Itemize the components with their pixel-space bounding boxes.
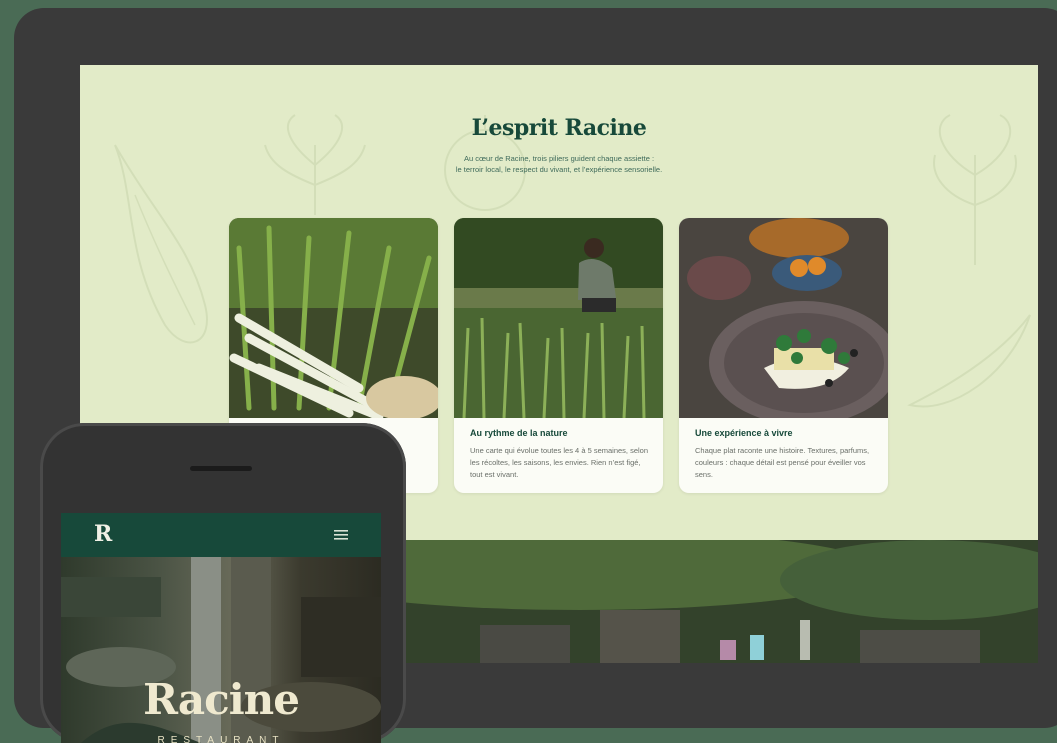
racine-logo[interactable]: R [94, 521, 112, 547]
card-experience[interactable]: Une expérience à vivre Chaque plat racon… [679, 218, 888, 493]
card-photo-dish [679, 218, 888, 418]
mobile-hero: Racine RESTAURANT [61, 557, 381, 743]
hamburger-menu-icon[interactable] [331, 528, 351, 542]
phone-screen: R Racine RESTAURANT [61, 513, 381, 743]
card-photo-spring-onions [229, 218, 438, 418]
phone-speaker [190, 466, 252, 471]
section-intro: Au cœur de Racine, trois piliers guident… [80, 153, 1038, 175]
card-description: Une carte qui évolue toutes les 4 à 5 se… [470, 446, 649, 479]
card-description: Chaque plat raconte une histoire. Textur… [695, 446, 870, 479]
phone-device: R Racine RESTAURANT [40, 423, 406, 743]
hero-subtitle: RESTAURANT [157, 735, 285, 743]
card-nature[interactable]: Au rythme de la nature Une carte qui évo… [454, 218, 663, 493]
card-title: Une expérience à vivre [695, 428, 793, 438]
card-photo-gardener [454, 218, 663, 418]
hero-title: Racine [143, 675, 300, 724]
peapod-illustration [907, 314, 1031, 408]
intro-line-2: le terroir local, le respect du vivant, … [455, 165, 663, 174]
section-title: L’esprit Racine [471, 115, 647, 141]
mobile-navbar: R [61, 513, 381, 557]
card-title: Au rythme de la nature [470, 428, 568, 438]
intro-line-1: Au cœur de Racine, trois piliers guident… [463, 154, 655, 163]
